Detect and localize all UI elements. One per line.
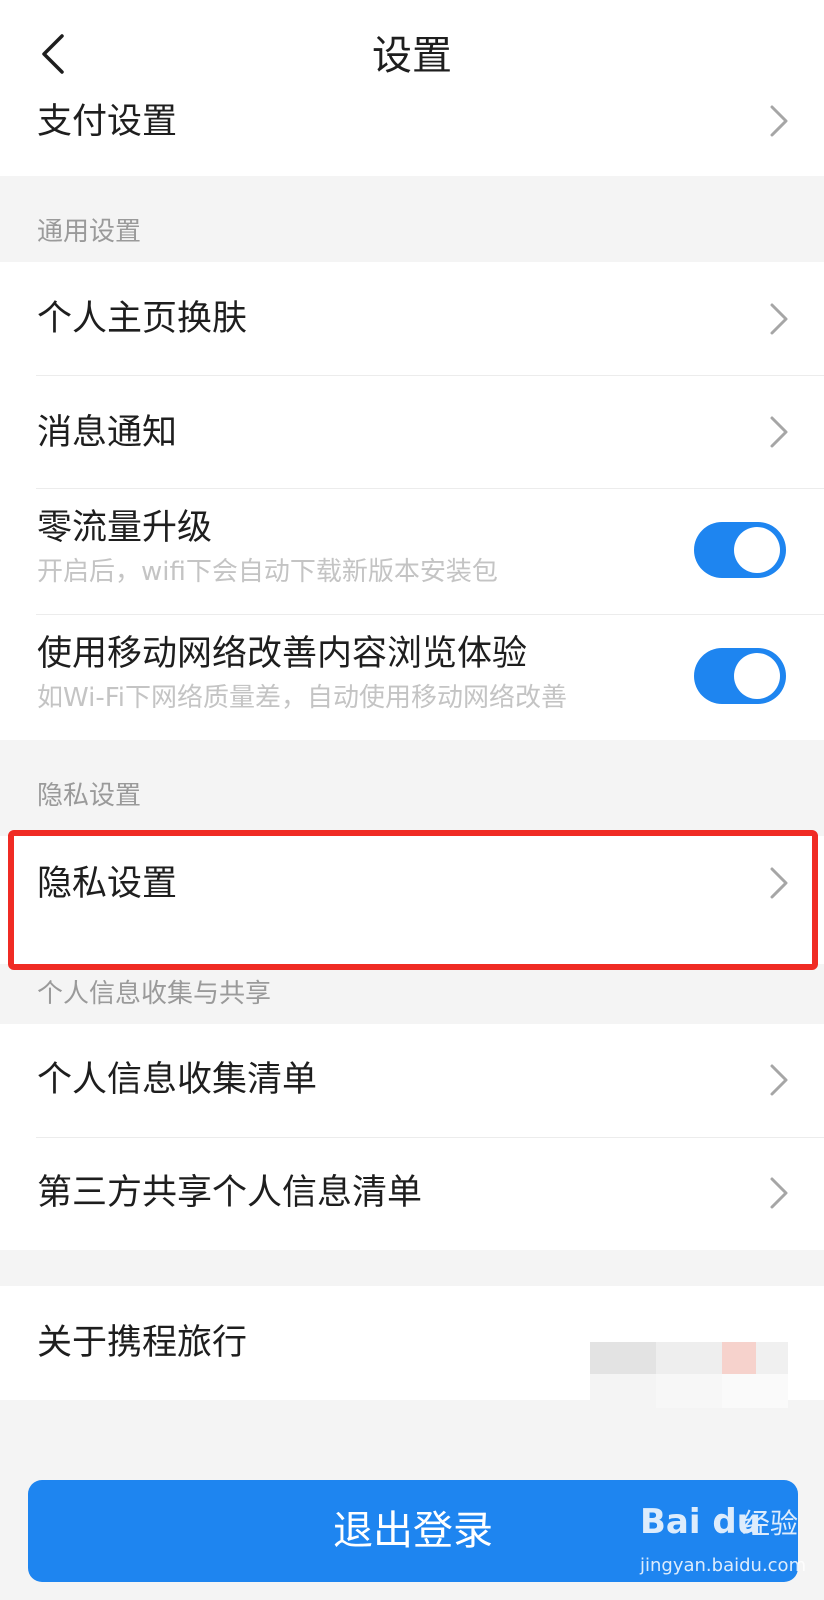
section-label-privacy: 隐私设置	[37, 781, 142, 811]
payment-group: 支付设置	[0, 102, 824, 176]
toggle-knob	[734, 653, 780, 699]
baidu-jingyan-watermark: Bai du 经验 jingyan.baidu.com	[632, 1496, 806, 1592]
section-label-general: 通用设置	[37, 217, 142, 247]
general-settings-group: 个人主页换肤 消息通知 零流量升级 开启后，wifi下会自动下载新版本安装包 使…	[0, 262, 824, 740]
info-collection-list-label: 个人信息收集清单	[37, 1060, 318, 1100]
watermark-jingyan: 经验	[742, 1507, 799, 1540]
mobile-network-label: 使用移动网络改善内容浏览体验	[37, 634, 528, 674]
third-party-sharing-list-row[interactable]: 第三方共享个人信息清单	[0, 1137, 824, 1250]
chevron-right-icon	[770, 1177, 788, 1209]
info-collection-list-row[interactable]: 个人信息收集清单	[0, 1024, 824, 1137]
mobile-network-toggle[interactable]	[694, 648, 786, 704]
header-bar: 设置	[0, 0, 824, 108]
highlight-box	[8, 830, 818, 970]
notification-label: 消息通知	[37, 413, 178, 453]
third-party-sharing-list-label: 第三方共享个人信息清单	[37, 1173, 423, 1213]
zero-data-upgrade-toggle[interactable]	[694, 522, 786, 578]
section-label-personal-info: 个人信息收集与共享	[37, 979, 272, 1009]
chevron-right-icon	[770, 105, 788, 137]
about-label: 关于携程旅行	[37, 1323, 248, 1363]
watermark-url: jingyan.baidu.com	[640, 1555, 807, 1576]
page-title: 设置	[372, 33, 452, 79]
mobile-network-desc: 如Wi-Fi下网络质量差，自动使用移动网络改善	[37, 683, 568, 713]
chevron-right-icon	[770, 416, 788, 448]
blurred-version-info	[590, 1342, 788, 1408]
skin-row[interactable]: 个人主页换肤	[0, 262, 824, 375]
chevron-right-icon	[770, 1064, 788, 1096]
chevron-right-icon	[770, 303, 788, 335]
skin-label: 个人主页换肤	[37, 299, 248, 339]
zero-data-upgrade-desc: 开启后，wifi下会自动下载新版本安装包	[37, 557, 498, 587]
personal-info-group: 个人信息收集清单 第三方共享个人信息清单	[0, 1024, 824, 1250]
zero-data-upgrade-row: 零流量升级 开启后，wifi下会自动下载新版本安装包	[0, 488, 824, 614]
mobile-network-row: 使用移动网络改善内容浏览体验 如Wi-Fi下网络质量差，自动使用移动网络改善	[0, 614, 824, 740]
payment-settings-row[interactable]: 支付设置	[0, 102, 824, 176]
notification-row[interactable]: 消息通知	[0, 375, 824, 488]
toggle-knob	[734, 527, 780, 573]
payment-settings-label: 支付设置	[37, 102, 178, 142]
zero-data-upgrade-label: 零流量升级	[37, 508, 213, 548]
